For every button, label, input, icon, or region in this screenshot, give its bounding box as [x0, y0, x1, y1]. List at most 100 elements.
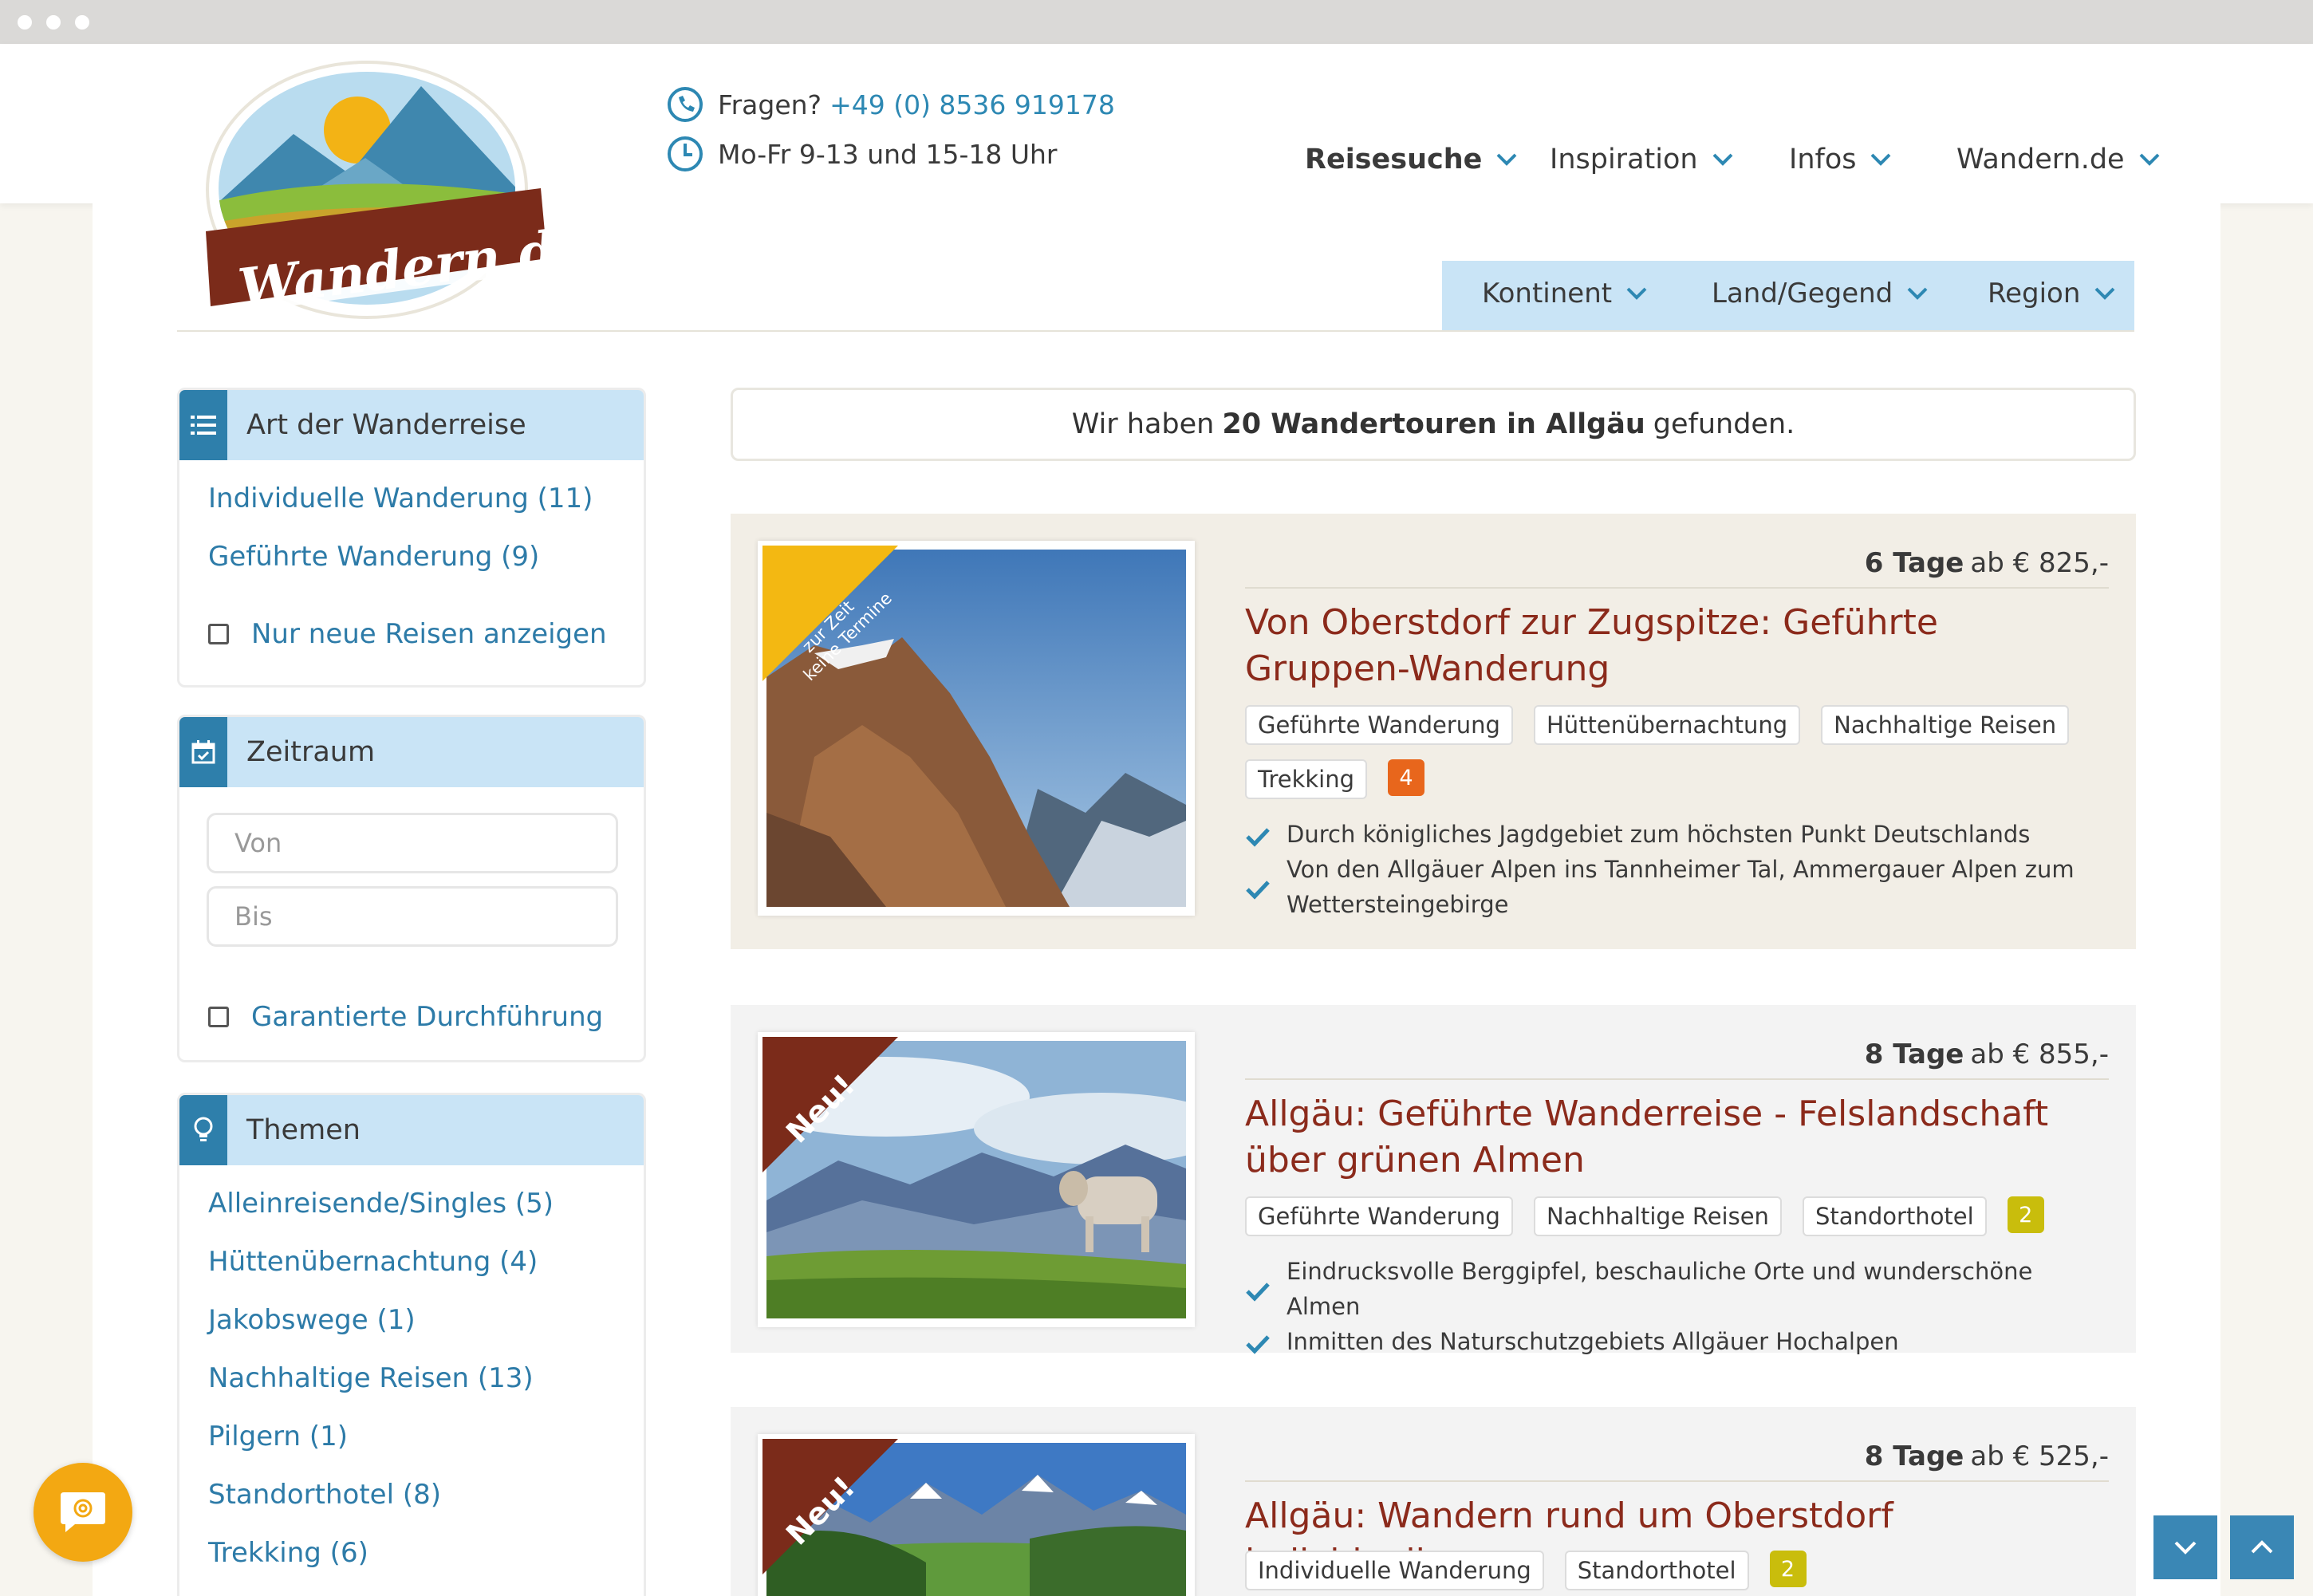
- filter-period-header: Zeitraum: [179, 717, 644, 787]
- tour-tags: Geführte Wanderung Hüttenübernachtung Na…: [1245, 705, 2114, 799]
- chevron-down-icon: [2094, 287, 2115, 300]
- nav-infos[interactable]: Infos: [1789, 144, 1891, 175]
- difficulty-badge: 2: [2007, 1196, 2044, 1233]
- tour-card[interactable]: zur Zeitkeine Termine 6 Tage ab € 825,- V…: [731, 514, 2136, 949]
- chevron-down-icon: [1626, 287, 1647, 300]
- subnav-label: Kontinent: [1482, 278, 1613, 309]
- tour-tag[interactable]: Individuelle Wanderung: [1245, 1551, 1544, 1590]
- filter-themes-title: Themen: [246, 1114, 361, 1146]
- clock-icon: [668, 136, 703, 171]
- highlight-item: Eindrucksvolle Berggipfel, beschauliche …: [1245, 1254, 2098, 1324]
- chevron-down-icon: [1907, 287, 1928, 300]
- tour-price: 8 Tage ab € 855,-: [1865, 1038, 2109, 1070]
- tour-card[interactable]: Neu! 8 Tage ab € 525,- Allgäu: Wandern ru…: [731, 1407, 2136, 1596]
- filter-option-individual[interactable]: Individuelle Wanderung (11): [208, 483, 593, 514]
- tour-highlights: Durch königliches Jagdgebiet zum höchste…: [1245, 817, 2098, 922]
- window-dot: [18, 15, 32, 30]
- nav-label: Reisesuche: [1305, 144, 1483, 175]
- date-from-input[interactable]: Von: [207, 813, 618, 873]
- browser-chrome: [0, 0, 2313, 44]
- tour-tags: Individuelle Wanderung Standorthotel 2: [1245, 1551, 2114, 1590]
- ribbon-badge: zur Zeitkeine Termine: [762, 546, 898, 681]
- result-suffix: gefunden.: [1653, 408, 1795, 440]
- filter-option-guided[interactable]: Geführte Wanderung (9): [208, 541, 539, 573]
- site-logo[interactable]: Wandern.de: [182, 54, 597, 325]
- check-icon: [1246, 1335, 1270, 1354]
- list-icon: [179, 390, 227, 460]
- result-summary: Wir haben 20 Wandertouren in Allgäu gefu…: [731, 388, 2136, 461]
- nav-wandern-de[interactable]: Wandern.de: [1956, 144, 2160, 175]
- result-prefix: Wir haben: [1071, 408, 1215, 440]
- theme-option[interactable]: Trekking (6): [208, 1537, 368, 1569]
- lightbulb-icon: [179, 1095, 227, 1165]
- checkbox[interactable]: [208, 624, 229, 644]
- nav-reisesuche[interactable]: Reisesuche: [1305, 144, 1517, 175]
- ribbon-badge: Neu!: [762, 1037, 898, 1172]
- tour-price: 8 Tage ab € 525,-: [1865, 1440, 2109, 1472]
- tour-days: 8 Tage: [1864, 1440, 1964, 1472]
- highlight-text: Von den Allgäuer Alpen ins Tannheimer Ta…: [1287, 856, 2075, 918]
- theme-option[interactable]: Nachhaltige Reisen (13): [208, 1362, 534, 1394]
- difficulty-badge: 4: [1388, 759, 1425, 796]
- tour-tag[interactable]: Hüttenübernachtung: [1533, 705, 1801, 745]
- scroll-up-button[interactable]: [2230, 1515, 2294, 1579]
- highlight-item: Durch königliches Jagdgebiet zum höchste…: [1245, 817, 2098, 852]
- tour-highlights: Eindrucksvolle Berggipfel, beschauliche …: [1245, 1254, 2098, 1359]
- tour-price-value: ab € 825,-: [1970, 547, 2109, 579]
- filter-period-box: Zeitraum Von Bis Garantierte Durchführun…: [177, 715, 646, 1062]
- tour-tag[interactable]: Geführte Wanderung: [1245, 705, 1513, 745]
- chevron-up-icon: [2251, 1540, 2273, 1554]
- highlight-text: Durch königliches Jagdgebiet zum höchste…: [1287, 821, 2031, 848]
- chat-button[interactable]: [33, 1463, 132, 1562]
- filter-type-box: Art der Wanderreise Individuelle Wanderu…: [177, 388, 646, 688]
- chat-icon: [61, 1492, 105, 1532]
- tour-tag[interactable]: Trekking: [1245, 759, 1368, 799]
- tour-card[interactable]: Neu! 8 Tage ab € 855,- Allgäu: Geführte W…: [731, 1005, 2136, 1355]
- nav-inspiration[interactable]: Inspiration: [1550, 144, 1733, 175]
- guaranteed-checkbox[interactable]: Garantierte Durchführung: [208, 1001, 603, 1033]
- checkbox-label: Nur neue Reisen anzeigen: [251, 618, 607, 650]
- subnav-kontinent[interactable]: Kontinent: [1482, 278, 1647, 309]
- difficulty-badge: 2: [1769, 1551, 1807, 1587]
- nav-label: Infos: [1789, 144, 1857, 175]
- filter-period-title: Zeitraum: [246, 736, 376, 768]
- theme-option[interactable]: Pilgern (1): [208, 1421, 348, 1452]
- tour-tag[interactable]: Geführte Wanderung: [1245, 1196, 1513, 1236]
- header-divider: [177, 330, 2134, 332]
- tour-days: 6 Tage: [1864, 547, 1964, 579]
- chevron-down-icon: [2139, 153, 2160, 166]
- theme-option[interactable]: Jakobswege (1): [208, 1304, 416, 1336]
- phone-icon: [668, 87, 703, 122]
- card-divider: [1245, 587, 2109, 589]
- highlight-item: Von den Allgäuer Alpen ins Tannheimer Ta…: [1245, 852, 2098, 922]
- subnav-region[interactable]: Region: [1988, 278, 2115, 309]
- result-highlight: 20 Wandertouren in Allgäu: [1222, 408, 1645, 440]
- highlight-text: Inmitten des Naturschutzgebiets Allgäuer…: [1287, 1328, 1899, 1355]
- tour-title[interactable]: Allgäu: Geführte Wanderreise - Felslands…: [1245, 1091, 2075, 1184]
- theme-option[interactable]: Hüttenübernachtung (4): [208, 1246, 538, 1278]
- theme-option[interactable]: Alleinreisende/Singles (5): [208, 1188, 554, 1220]
- highlight-item: Inmitten des Naturschutzgebiets Allgäuer…: [1245, 1324, 2098, 1359]
- subnav-land-gegend[interactable]: Land/Gegend: [1712, 278, 1928, 309]
- tour-tag[interactable]: Standorthotel: [1802, 1196, 1987, 1236]
- window-dot: [75, 15, 89, 30]
- checkbox[interactable]: [208, 1007, 229, 1027]
- new-trips-checkbox[interactable]: Nur neue Reisen anzeigen: [208, 618, 607, 650]
- theme-option[interactable]: Standorthotel (8): [208, 1479, 441, 1511]
- date-to-input[interactable]: Bis: [207, 886, 618, 947]
- tour-tag[interactable]: Standorthotel: [1564, 1551, 1749, 1590]
- tour-tag[interactable]: Nachhaltige Reisen: [1821, 705, 2070, 745]
- checkbox-label: Garantierte Durchführung: [251, 1001, 604, 1033]
- phone-link[interactable]: +49 (0) 8536 919178: [829, 89, 1115, 120]
- filter-type-title: Art der Wanderreise: [246, 409, 526, 441]
- tour-price: 6 Tage ab € 825,-: [1865, 547, 2109, 579]
- check-icon: [1246, 881, 1270, 900]
- tour-tag[interactable]: Nachhaltige Reisen: [1533, 1196, 1782, 1236]
- chevron-down-icon: [2174, 1541, 2197, 1555]
- tour-title[interactable]: Von Oberstdorf zur Zugspitze: Geführte G…: [1245, 600, 2075, 692]
- ribbon-badge: Neu!: [762, 1439, 898, 1574]
- chevron-down-icon: [1497, 153, 1517, 166]
- scroll-down-button[interactable]: [2153, 1515, 2217, 1579]
- chevron-down-icon: [1712, 153, 1732, 166]
- check-icon: [1246, 1283, 1270, 1302]
